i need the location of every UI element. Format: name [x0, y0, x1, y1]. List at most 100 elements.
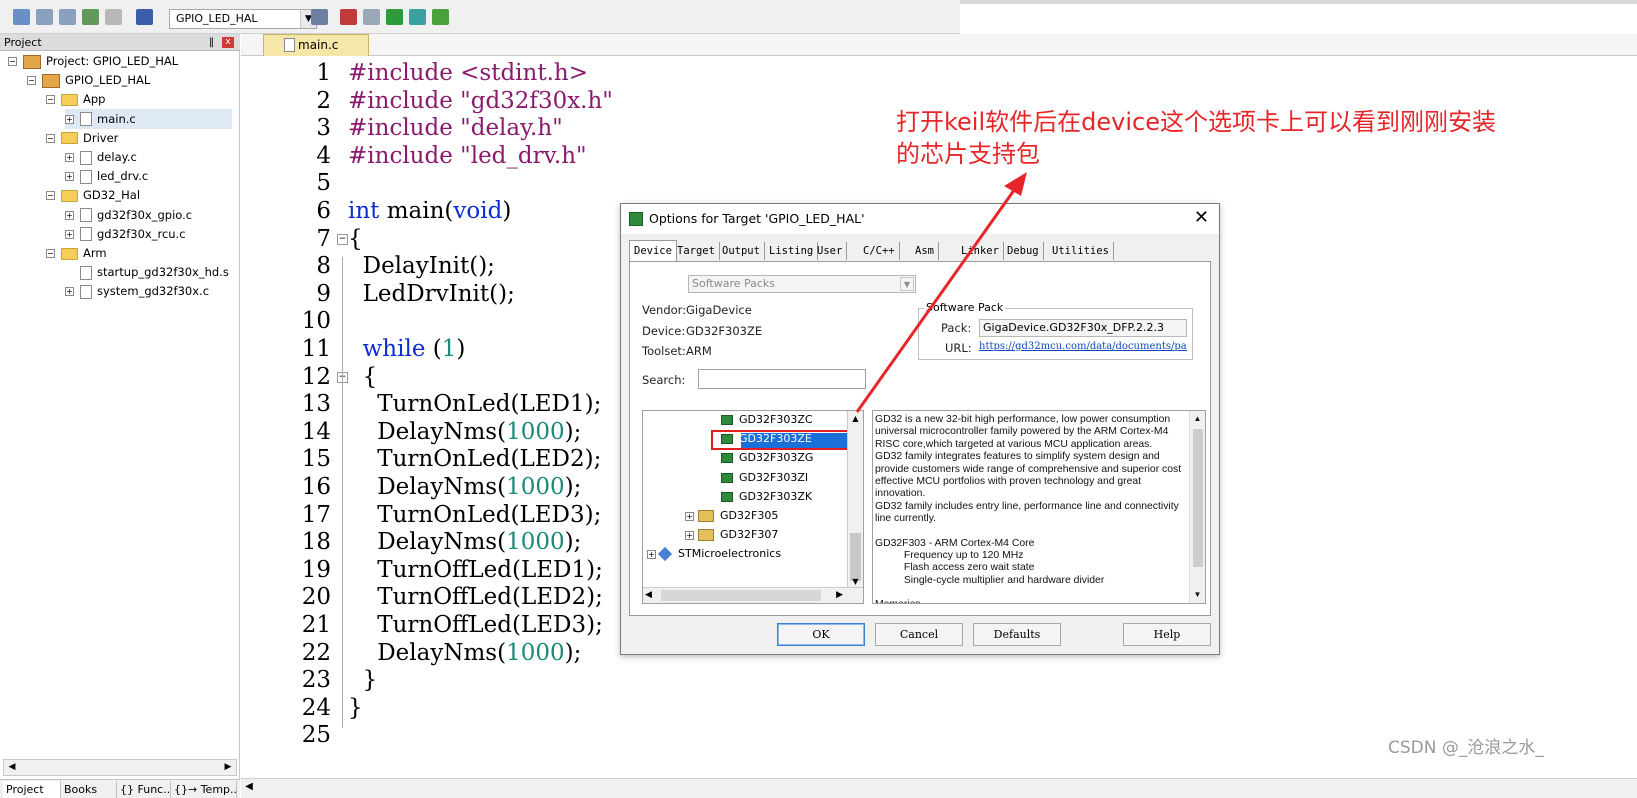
- close-button[interactable]: ✕: [1194, 204, 1209, 232]
- device-tree-item[interactable]: + GD32F305: [685, 506, 778, 525]
- scroll-left-icon[interactable]: ◀: [241, 781, 257, 792]
- scroll-up-icon[interactable]: ▲: [1190, 413, 1205, 425]
- scroll-up-icon[interactable]: ▲: [848, 411, 863, 426]
- tree-item[interactable]: − GPIO_LED_HAL: [27, 70, 150, 90]
- tree-item[interactable]: − Project: GPIO_LED_HAL: [8, 51, 178, 71]
- expand-toggle-icon[interactable]: −: [46, 249, 55, 258]
- tree-item-label: GD32_Hal: [83, 188, 141, 203]
- project-bottom-tab[interactable]: Project: [3, 781, 61, 798]
- code-line: }: [348, 666, 378, 694]
- scroll-thumb[interactable]: [1193, 429, 1203, 567]
- expand-toggle-icon[interactable]: +: [65, 172, 74, 182]
- tab-user[interactable]: User: [813, 242, 848, 260]
- tree-item[interactable]: + gd32f30x_gpio.c: [65, 205, 192, 225]
- device-tree-vscrollbar[interactable]: ▲ ▼: [847, 411, 863, 589]
- expand-toggle-icon[interactable]: −: [46, 95, 55, 105]
- build-icon[interactable]: [13, 9, 30, 25]
- device-tree-item[interactable]: GD32F303ZE: [721, 429, 812, 448]
- project-bottom-tab[interactable]: Books: [61, 781, 117, 798]
- tab-target[interactable]: Target: [673, 242, 720, 260]
- device-tree-item[interactable]: GD32F303ZK: [721, 487, 812, 506]
- tab-listing[interactable]: Listing: [765, 242, 819, 260]
- expand-toggle-icon[interactable]: −: [27, 76, 36, 86]
- tab-linker[interactable]: Linker: [957, 242, 1004, 260]
- expand-toggle-icon[interactable]: +: [685, 530, 694, 540]
- stack-icon[interactable]: [82, 9, 99, 25]
- expand-toggle-icon[interactable]: +: [65, 153, 74, 162]
- pin-icon[interactable]: ‖: [209, 34, 214, 51]
- tree-item[interactable]: + main.c: [65, 108, 232, 129]
- batch-build-icon[interactable]: [59, 9, 76, 25]
- device-tree-label: GD32F303ZG: [739, 451, 814, 465]
- device-tree-item[interactable]: GD32F303ZC: [721, 411, 813, 429]
- software-packs-select[interactable]: Software Packs ▼: [688, 275, 916, 293]
- expand-toggle-icon[interactable]: −: [8, 57, 17, 66]
- tab-asm[interactable]: Asm: [911, 242, 939, 260]
- device-tree-hscrollbar[interactable]: ◀ ▶: [643, 587, 863, 603]
- tree-item[interactable]: startup_gd32f30x_hd.s: [65, 262, 229, 282]
- expand-toggle-icon[interactable]: −: [46, 191, 55, 201]
- project-bottom-tab[interactable]: {}→ Temp...: [171, 781, 237, 798]
- expand-toggle-icon[interactable]: +: [65, 210, 74, 220]
- editor-hscrollbar[interactable]: ◀: [241, 778, 1637, 798]
- search-input[interactable]: [698, 369, 866, 389]
- tree-item[interactable]: + led_drv.c: [65, 166, 148, 186]
- run-icon[interactable]: [386, 9, 403, 25]
- select-icon[interactable]: [409, 9, 426, 25]
- tree-item-label: gd32f30x_gpio.c: [97, 207, 193, 222]
- file-icon: [80, 150, 92, 165]
- project-bottom-tab[interactable]: {} Func...: [117, 781, 171, 798]
- project-hscrollbar[interactable]: ◀ ▶: [3, 759, 237, 776]
- rebuild-icon[interactable]: [36, 9, 53, 25]
- scroll-right-icon[interactable]: ▶: [836, 588, 843, 603]
- tree-item[interactable]: + delay.c: [65, 147, 137, 167]
- device-tree[interactable]: GD32F303ZC GD32F303ZE GD32F303ZG GD32F303ZI…: [642, 410, 864, 604]
- expand-toggle-icon[interactable]: +: [65, 114, 74, 124]
- expand-toggle-icon[interactable]: +: [647, 549, 656, 559]
- close-icon[interactable]: x: [222, 37, 234, 48]
- pack-url-link[interactable]: https://gd32mcu.com/data/documents/pack/: [979, 341, 1187, 352]
- dialog-title: Options for Target 'GPIO_LED_HAL': [649, 211, 865, 226]
- device-tree-item[interactable]: GD32F303ZG: [721, 448, 813, 467]
- expand-toggle-icon[interactable]: +: [65, 229, 74, 239]
- pack-installer-icon[interactable]: [363, 9, 380, 25]
- device-tree-item[interactable]: + STMicroelectronics: [647, 544, 781, 563]
- scroll-left-icon[interactable]: ◀: [4, 760, 20, 775]
- tree-item[interactable]: − App: [46, 89, 105, 109]
- tab-cc[interactable]: C/C++: [859, 242, 900, 260]
- scroll-right-icon[interactable]: ▶: [220, 760, 236, 775]
- download-icon[interactable]: [136, 9, 153, 25]
- defaults-button[interactable]: Defaults: [973, 623, 1061, 646]
- diamond-icon[interactable]: [432, 9, 449, 25]
- tree-item-label: Driver: [83, 130, 119, 145]
- scroll-thumb[interactable]: [661, 590, 821, 601]
- scroll-down-icon[interactable]: ▼: [1190, 589, 1205, 601]
- expand-toggle-icon[interactable]: +: [65, 287, 74, 297]
- tree-item[interactable]: − GD32_Hal: [46, 185, 140, 205]
- target-select[interactable]: GPIO_LED_HAL ▼: [169, 9, 317, 29]
- tab-main-c[interactable]: main.c: [263, 34, 369, 56]
- tree-item[interactable]: − Arm: [46, 243, 107, 263]
- tab-device[interactable]: Device: [629, 240, 677, 262]
- tree-item-label: GPIO_LED_HAL: [65, 73, 151, 88]
- tab-output[interactable]: Output: [718, 242, 765, 260]
- expand-toggle-icon[interactable]: −: [46, 133, 55, 143]
- stop-build-icon[interactable]: [105, 9, 122, 25]
- fold-toggle-icon[interactable]: −: [337, 233, 348, 245]
- vendor-value: GigaDevice: [686, 303, 752, 317]
- tree-item[interactable]: − Driver: [46, 128, 118, 148]
- ok-button[interactable]: OK: [777, 623, 865, 646]
- scroll-left-icon[interactable]: ◀: [645, 588, 652, 603]
- manage-components-icon[interactable]: [340, 9, 357, 25]
- cancel-button[interactable]: Cancel: [875, 623, 963, 646]
- help-button[interactable]: Help: [1123, 623, 1211, 646]
- tree-item[interactable]: + gd32f30x_rcu.c: [65, 224, 186, 244]
- device-tree-item[interactable]: + GD32F307: [685, 525, 778, 544]
- tab-debug[interactable]: Debug: [1003, 242, 1044, 260]
- tab-utilities[interactable]: Utilities: [1048, 242, 1114, 260]
- tree-item[interactable]: + system_gd32f30x.c: [65, 281, 209, 301]
- description-vscrollbar[interactable]: ▲ ▼: [1189, 411, 1205, 603]
- target-options-icon[interactable]: [311, 9, 328, 25]
- expand-toggle-icon[interactable]: +: [685, 511, 694, 521]
- device-tree-item[interactable]: GD32F303ZI: [721, 468, 808, 487]
